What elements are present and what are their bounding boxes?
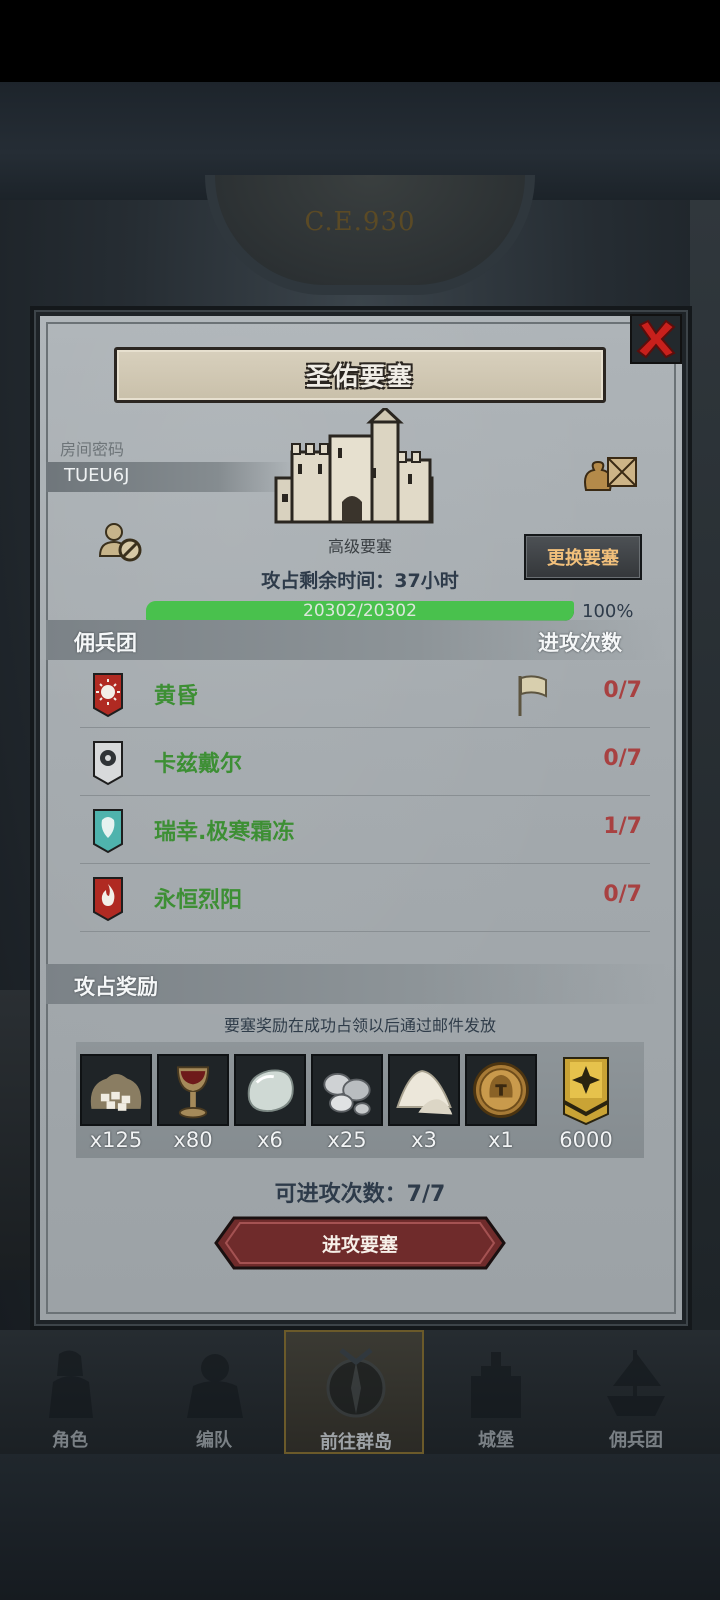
user-blocked-icon[interactable] xyxy=(96,520,144,564)
reward-qty: x3 xyxy=(411,1128,437,1152)
side-panel-right xyxy=(690,200,720,1330)
mercenary-attack-count: 1/7 xyxy=(603,814,642,839)
flag-icon xyxy=(518,675,547,716)
list-item[interactable]: 瑞幸.极寒霜冻 1/7 xyxy=(80,796,650,864)
tab-castle[interactable]: 城堡 xyxy=(426,1330,566,1454)
rewards-note: 要塞奖励在成功占领以后通过邮件发放 xyxy=(223,1016,496,1035)
navigation-bar-area xyxy=(0,1454,720,1600)
fortress-type: 高级要塞 xyxy=(327,537,392,556)
attack-count-column-title: 进攻次数 xyxy=(538,631,622,655)
mercenary-name: 黄昏 xyxy=(154,684,199,709)
sun-banner-icon xyxy=(93,673,123,718)
close-button[interactable] xyxy=(630,314,682,364)
reward-item[interactable] xyxy=(157,1054,229,1126)
reward-item[interactable] xyxy=(234,1054,306,1126)
room-code[interactable]: TUEU6J xyxy=(64,465,129,486)
compass-icon xyxy=(326,1348,386,1418)
reward-qty: x80 xyxy=(173,1128,213,1152)
mercenary-attack-count: 0/7 xyxy=(603,678,642,703)
attack-fortress-label[interactable]: 进攻要塞 xyxy=(214,1216,506,1270)
tab-label: 编队 xyxy=(196,1430,232,1451)
guild-emblem-icon xyxy=(563,1057,609,1126)
reward-item[interactable] xyxy=(550,1054,622,1126)
status-bar-area xyxy=(0,0,720,82)
flame-banner-icon xyxy=(93,877,123,922)
reward-item[interactable] xyxy=(465,1054,537,1126)
eye-banner-icon xyxy=(93,741,123,786)
frost-banner-icon xyxy=(93,809,123,854)
tab-label: 城堡 xyxy=(478,1430,514,1451)
tab-islands[interactable]: 前往群岛 xyxy=(284,1330,424,1454)
list-item[interactable]: 永恒烈阳 0/7 xyxy=(80,864,650,932)
mercenary-name: 永恒烈阳 xyxy=(154,888,243,913)
close-icon xyxy=(636,319,676,359)
mercenary-name: 卡兹戴尔 xyxy=(154,752,243,777)
tab-mercenaries[interactable]: 佣兵团 xyxy=(566,1330,706,1454)
mercenary-name: 瑞幸.极寒霜冻 xyxy=(154,820,295,845)
reward-qty: x25 xyxy=(327,1128,367,1152)
loot-bag-icon[interactable] xyxy=(580,450,642,496)
reward-item[interactable] xyxy=(311,1054,383,1126)
fortress-castle-icon xyxy=(274,408,434,524)
mercenary-attack-count: 0/7 xyxy=(603,882,642,907)
room-code-label: 房间密码 xyxy=(60,440,125,459)
tab-label: 角色 xyxy=(52,1430,88,1451)
knight-icon xyxy=(49,1350,93,1418)
tab-character[interactable]: 角色 xyxy=(0,1330,140,1454)
squad-icon xyxy=(187,1354,243,1418)
castle-icon xyxy=(471,1352,521,1418)
tab-label: 前往群岛 xyxy=(320,1432,392,1453)
reward-qty: x125 xyxy=(89,1128,143,1152)
list-item[interactable]: 卡兹戴尔 0/7 xyxy=(80,728,650,796)
goblet-icon xyxy=(176,1066,210,1119)
change-fortress-button[interactable]: 更换要塞 xyxy=(524,534,642,580)
salt-pile-icon xyxy=(396,1070,453,1115)
available-attacks: 可进攻次数：7/7 xyxy=(274,1182,446,1207)
pebble-icon xyxy=(247,1069,294,1112)
tab-squad[interactable]: 编队 xyxy=(144,1330,284,1454)
dialog-title: 圣佑要塞 xyxy=(305,362,414,391)
reward-item[interactable] xyxy=(80,1054,152,1126)
reward-item[interactable] xyxy=(388,1054,460,1126)
list-item[interactable]: 黄昏 0/7 xyxy=(80,660,650,728)
sugar-sack-icon xyxy=(90,1073,142,1111)
era-label: C.E.930 xyxy=(304,207,416,237)
time-remaining: 攻占剩余时间：37小时 xyxy=(261,570,459,592)
reward-qty: 6000 xyxy=(559,1128,613,1152)
hp-percent: 100% xyxy=(582,601,634,622)
mercenary-attack-count: 0/7 xyxy=(603,746,642,771)
helmet-coin-icon xyxy=(473,1062,529,1118)
tab-label: 佣兵团 xyxy=(609,1430,663,1451)
rewards-title: 攻占奖励 xyxy=(74,975,158,999)
mercenary-column-title: 佣兵团 xyxy=(74,631,137,655)
reward-qty: x1 xyxy=(488,1128,514,1152)
reward-qty: x6 xyxy=(257,1128,283,1152)
hp-value: 20302/20302 xyxy=(303,601,417,621)
title-banner: 圣佑要塞 xyxy=(114,347,606,403)
side-panel-left xyxy=(0,990,30,1280)
silver-ore-icon xyxy=(323,1073,371,1116)
ship-icon xyxy=(607,1350,665,1416)
